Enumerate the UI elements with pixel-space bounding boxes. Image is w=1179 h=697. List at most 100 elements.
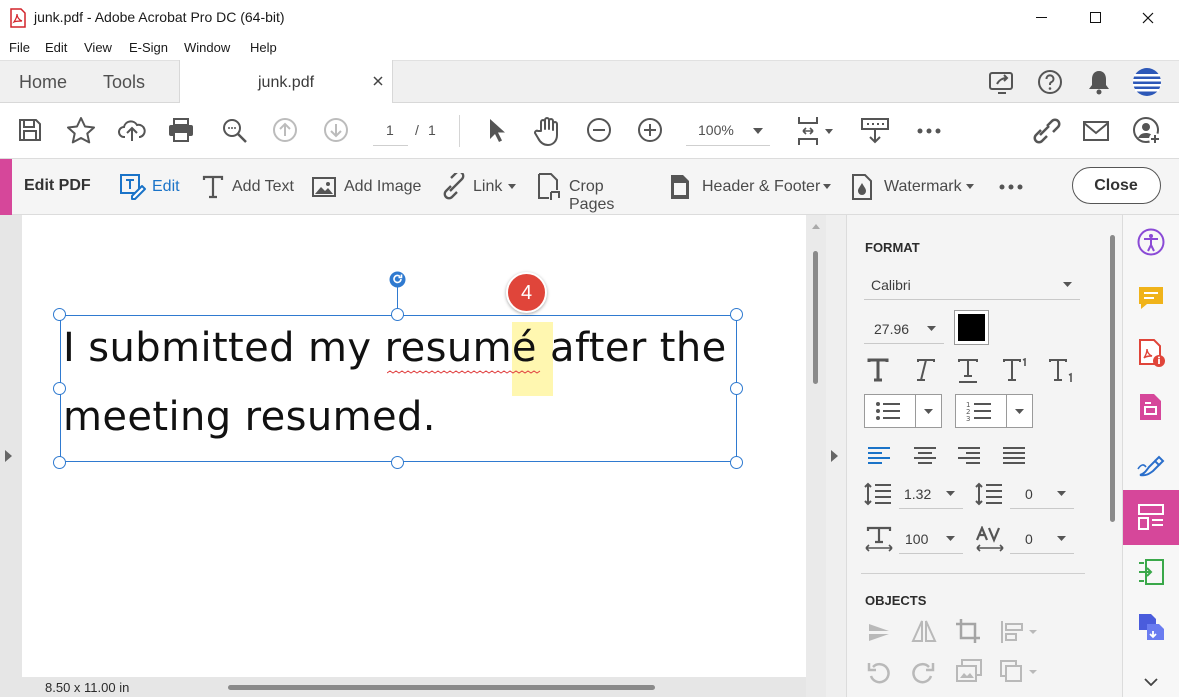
horizontal-scroll-thumb[interactable]: [228, 685, 655, 690]
save-icon[interactable]: [17, 117, 43, 143]
cloud-upload-icon[interactable]: [117, 117, 147, 143]
comment-icon[interactable]: [1137, 284, 1165, 312]
link-button[interactable]: Link: [440, 169, 520, 205]
organize-pages-icon[interactable]: [1138, 392, 1164, 422]
menu-view[interactable]: View: [84, 40, 112, 55]
superscript-text-icon[interactable]: [1002, 358, 1028, 382]
resize-handle-top-left[interactable]: [53, 308, 66, 321]
email-icon[interactable]: [1082, 120, 1110, 142]
bullet-list-dropdown[interactable]: [864, 394, 942, 428]
text-line-1[interactable]: I submitted my resumé after the: [63, 325, 727, 371]
scroll-up-arrow-icon[interactable]: [812, 224, 820, 229]
previous-page-icon[interactable]: [272, 117, 298, 143]
tab-document[interactable]: junk.pdf: [179, 60, 393, 104]
align-left-icon[interactable]: [867, 446, 891, 464]
vertical-scrollbar[interactable]: [806, 215, 826, 697]
right-panel-toggle-icon[interactable]: [831, 450, 839, 462]
edit-tool-button[interactable]: Edit: [118, 169, 182, 205]
scroll-mode-icon[interactable]: [860, 116, 890, 146]
arrange-objects-icon[interactable]: [999, 659, 1039, 685]
notifications-bell-icon[interactable]: [1087, 69, 1111, 95]
page-number-input[interactable]: 1: [373, 116, 408, 146]
horizontal-scale-dropdown[interactable]: 100: [899, 524, 963, 554]
zoom-search-icon[interactable]: [221, 117, 249, 145]
vertical-scroll-thumb[interactable]: [813, 251, 818, 384]
tab-home[interactable]: Home: [19, 72, 67, 93]
menu-file[interactable]: File: [9, 40, 30, 55]
resize-handle-top-center[interactable]: [391, 308, 404, 321]
menu-edit[interactable]: Edit: [45, 40, 67, 55]
more-options-icon[interactable]: [999, 184, 1023, 190]
panel-scroll-thumb[interactable]: [1110, 235, 1115, 522]
edit-pdf-rail-button[interactable]: [1123, 490, 1179, 545]
user-avatar-icon[interactable]: [1132, 67, 1162, 97]
add-text-button[interactable]: Add Text: [202, 169, 294, 205]
share-screen-icon[interactable]: [987, 69, 1017, 97]
hand-pan-icon[interactable]: [534, 116, 562, 146]
underline-text-icon[interactable]: [957, 358, 979, 384]
fill-sign-icon[interactable]: [1136, 449, 1166, 477]
character-spacing-dropdown[interactable]: 0: [1010, 524, 1074, 554]
menu-window[interactable]: Window: [184, 40, 230, 55]
text-line-2[interactable]: meeting resumed.: [63, 394, 436, 440]
minimize-icon: [1036, 17, 1047, 18]
rail-expand-chevron-icon[interactable]: [1144, 678, 1158, 686]
crop-pages-button[interactable]: Crop Pages: [536, 169, 651, 213]
bookmark-star-icon[interactable]: [66, 116, 96, 144]
menu-help[interactable]: Help: [250, 40, 277, 55]
rotate-handle-icon[interactable]: [389, 271, 406, 288]
menu-esign[interactable]: E-Sign: [129, 40, 168, 55]
minimize-button[interactable]: [1018, 0, 1064, 36]
watermark-button[interactable]: Watermark: [851, 169, 977, 205]
flip-vertical-icon[interactable]: [867, 620, 891, 644]
bold-text-icon[interactable]: [867, 358, 889, 382]
subscript-text-icon[interactable]: [1048, 358, 1074, 384]
crop-icon[interactable]: [955, 618, 981, 644]
next-page-icon[interactable]: [323, 117, 349, 143]
align-center-icon[interactable]: [913, 446, 937, 464]
add-user-share-icon[interactable]: [1132, 116, 1162, 146]
tab-tools[interactable]: Tools: [103, 72, 145, 93]
left-panel-toggle-icon[interactable]: [5, 450, 13, 462]
rotate-right-icon[interactable]: [911, 660, 935, 684]
fit-page-icon[interactable]: [795, 115, 835, 147]
flip-horizontal-icon[interactable]: [911, 619, 937, 643]
close-tab-icon[interactable]: [373, 76, 383, 86]
font-size-dropdown[interactable]: 27.96: [864, 314, 944, 344]
print-icon[interactable]: [167, 117, 195, 143]
add-image-button[interactable]: Add Image: [311, 169, 423, 205]
align-right-icon[interactable]: [957, 446, 981, 464]
resize-handle-bottom-left[interactable]: [53, 456, 66, 469]
font-color-swatch[interactable]: [954, 310, 989, 345]
zoom-level-dropdown[interactable]: 100%: [686, 116, 770, 146]
export-pdf-icon[interactable]: [1137, 558, 1165, 586]
zoom-in-icon[interactable]: [637, 117, 663, 143]
resize-handle-bottom-center[interactable]: [391, 456, 404, 469]
share-link-icon[interactable]: [1029, 116, 1061, 146]
close-window-button[interactable]: [1125, 0, 1171, 36]
maximize-button[interactable]: [1072, 0, 1118, 36]
combine-files-icon[interactable]: [1137, 612, 1165, 642]
align-justify-icon[interactable]: [1002, 446, 1026, 464]
help-icon[interactable]: [1037, 69, 1063, 95]
numbered-list-dropdown[interactable]: 1 2 3: [955, 394, 1033, 428]
paragraph-spacing-dropdown[interactable]: 0: [1010, 479, 1074, 509]
font-family-dropdown[interactable]: Calibri: [864, 270, 1080, 300]
resize-handle-top-right[interactable]: [730, 308, 743, 321]
more-tools-icon[interactable]: [917, 128, 941, 134]
zoom-out-icon[interactable]: [586, 117, 612, 143]
pdf-info-icon[interactable]: [1138, 338, 1166, 368]
line-spacing-dropdown[interactable]: 1.32: [899, 479, 963, 509]
resize-handle-middle-right[interactable]: [730, 382, 743, 395]
header-footer-button[interactable]: Header & Footer: [669, 169, 834, 205]
rotate-left-icon[interactable]: [867, 660, 891, 684]
accessibility-icon[interactable]: [1137, 228, 1165, 256]
select-cursor-icon[interactable]: [486, 117, 508, 145]
font-size-value: 27.96: [874, 321, 910, 337]
italic-text-icon[interactable]: [913, 358, 935, 382]
close-edit-button[interactable]: Close: [1072, 167, 1161, 204]
replace-image-icon[interactable]: [955, 658, 983, 684]
align-objects-icon[interactable]: [999, 620, 1039, 644]
resize-handle-bottom-right[interactable]: [730, 456, 743, 469]
edit-text-image-icon: [120, 174, 146, 200]
